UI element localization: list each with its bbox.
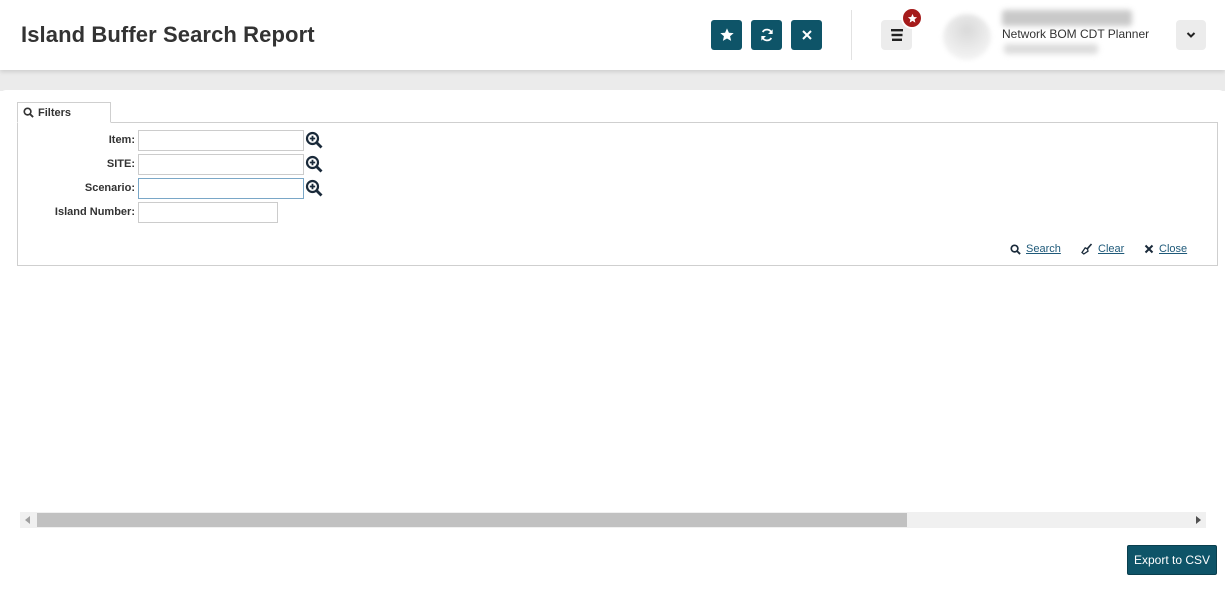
island-number-input[interactable] bbox=[138, 202, 278, 223]
search-link[interactable]: Search bbox=[1010, 243, 1061, 255]
chevron-down-icon bbox=[1186, 32, 1196, 38]
user-role: Network BOM CDT Planner bbox=[1002, 27, 1150, 41]
clear-link-label: Clear bbox=[1098, 243, 1125, 255]
export-csv-button[interactable]: Export to CSV bbox=[1127, 545, 1217, 575]
close-button[interactable] bbox=[791, 20, 822, 50]
star-icon bbox=[907, 13, 917, 23]
item-label: Item: bbox=[108, 134, 135, 146]
scrollbar-thumb[interactable] bbox=[37, 513, 907, 527]
page-title: Island Buffer Search Report bbox=[21, 22, 315, 47]
close-icon bbox=[801, 30, 812, 40]
app-header: Island Buffer Search Report Network BOM … bbox=[0, 0, 1225, 70]
site-label: SITE: bbox=[106, 158, 135, 170]
scenario-input[interactable] bbox=[138, 178, 304, 199]
clear-link[interactable]: Clear bbox=[1081, 243, 1124, 255]
zoom-lookup-icon[interactable] bbox=[305, 155, 323, 173]
user-menu-dropdown[interactable] bbox=[1176, 20, 1206, 50]
user-extra-blurred bbox=[1004, 44, 1098, 54]
caret-left-icon bbox=[25, 516, 30, 524]
close-link-label: Close bbox=[1159, 243, 1188, 255]
hamburger-menu-icon bbox=[890, 29, 903, 41]
horizontal-scrollbar[interactable] bbox=[20, 512, 1206, 528]
search-link-label: Search bbox=[1026, 243, 1061, 255]
search-icon bbox=[23, 107, 34, 118]
avatar[interactable] bbox=[943, 14, 991, 60]
star-icon bbox=[719, 28, 734, 41]
scroll-left-button[interactable] bbox=[20, 512, 36, 528]
favorites-badge[interactable] bbox=[901, 7, 923, 29]
zoom-lookup-icon[interactable] bbox=[305, 179, 323, 197]
user-name-blurred bbox=[1002, 10, 1132, 26]
filters-tab-label: Filters bbox=[38, 106, 72, 119]
favorite-button[interactable] bbox=[711, 20, 742, 50]
search-icon bbox=[1010, 243, 1021, 255]
scroll-right-button[interactable] bbox=[1190, 512, 1206, 528]
island-number-label: Island Number: bbox=[54, 206, 135, 218]
item-input[interactable] bbox=[138, 130, 304, 151]
broom-icon bbox=[1081, 243, 1093, 255]
header-band bbox=[0, 70, 1225, 91]
caret-right-icon bbox=[1196, 516, 1201, 524]
zoom-lookup-icon[interactable] bbox=[305, 131, 323, 149]
scenario-label: Scenario: bbox=[84, 182, 135, 194]
refresh-icon bbox=[760, 28, 773, 42]
tab-filters[interactable]: Filters bbox=[17, 102, 111, 123]
site-input[interactable] bbox=[138, 154, 304, 175]
close-link[interactable]: Close bbox=[1144, 243, 1187, 255]
close-icon bbox=[1144, 244, 1154, 254]
refresh-button[interactable] bbox=[751, 20, 782, 50]
header-divider bbox=[851, 10, 852, 60]
